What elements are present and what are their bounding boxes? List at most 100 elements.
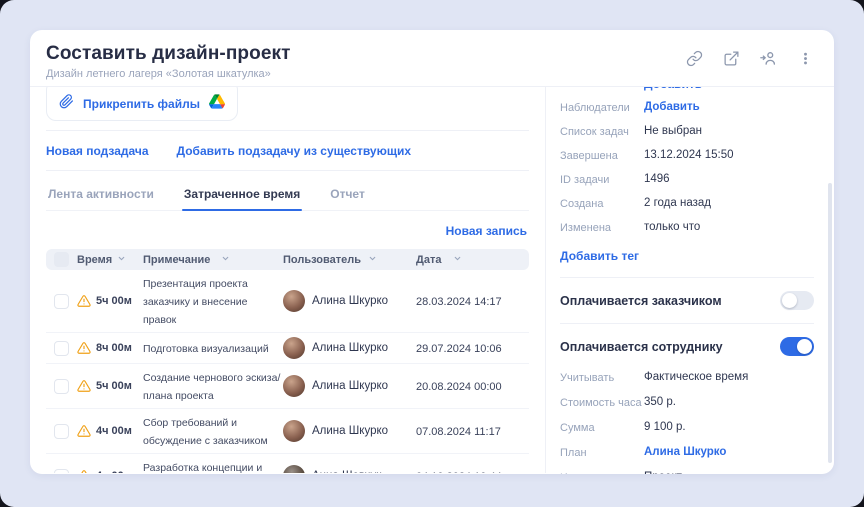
chevron-down-icon[interactable] bbox=[221, 254, 230, 266]
screen: Составить дизайн-проект Дизайн летнего л… bbox=[0, 0, 864, 507]
field-value: 2 года назад bbox=[644, 197, 711, 209]
column-header-date[interactable]: Дата bbox=[416, 254, 441, 266]
row-checkbox[interactable] bbox=[54, 424, 69, 439]
field-task-id: ID задачи 1496 bbox=[560, 173, 814, 186]
task-content-column: Прикрепить файлы Новая подзадача Добавит… bbox=[30, 87, 546, 473]
task-header: Составить дизайн-проект Дизайн летнего л… bbox=[30, 30, 834, 87]
tab-bar: Лента активности Затраченное время Отчет bbox=[46, 171, 529, 211]
billable-to-client-toggle[interactable] bbox=[780, 291, 814, 310]
field-task-list: Список задач Не выбран bbox=[560, 125, 814, 138]
attach-files-button[interactable]: Прикрепить файлы bbox=[46, 87, 238, 121]
new-record-link[interactable]: Новая запись bbox=[446, 224, 527, 238]
row-checkbox[interactable] bbox=[54, 469, 69, 474]
field-label: Источник bbox=[560, 471, 644, 474]
field-count-mode: Учитывать Фактическое время bbox=[560, 371, 814, 384]
task-details-panel: Добавить Наблюдатели Добавить Список зад… bbox=[546, 87, 834, 473]
user-name: Алина Шкурко bbox=[312, 380, 388, 392]
panel-scrollbar[interactable] bbox=[828, 183, 832, 463]
date-value: 04.10.2024 10:44 bbox=[416, 471, 502, 473]
paperclip-icon bbox=[59, 94, 74, 114]
open-external-icon[interactable] bbox=[722, 49, 740, 67]
note-text: Сбор требований и обсуждение с заказчико… bbox=[143, 417, 268, 447]
table-header-row: Время Примечание Пользователь Дата bbox=[46, 249, 529, 270]
header-actions bbox=[685, 49, 814, 67]
time-value: 4ч 00м bbox=[96, 425, 132, 437]
warning-icon bbox=[77, 379, 91, 393]
time-value: 4ч 00м bbox=[96, 470, 132, 473]
field-watchers: Наблюдатели Добавить bbox=[560, 101, 814, 114]
tab-activity-feed[interactable]: Лента активности bbox=[46, 182, 156, 210]
avatar bbox=[283, 420, 305, 442]
date-value: 20.08.2024 00:00 bbox=[416, 381, 502, 393]
table-row: 5ч 00м Презентация проекта заказчику и в… bbox=[46, 270, 529, 333]
field-label: Список задач bbox=[560, 125, 644, 138]
note-text: Создание чернового эскиза/ плана проекта bbox=[143, 372, 280, 402]
paid-to-employee-row: Оплачивается сотруднику bbox=[560, 324, 814, 369]
column-header-time[interactable]: Время bbox=[77, 254, 112, 266]
billable-to-client-row: Оплачивается заказчиком bbox=[560, 278, 814, 323]
field-value: Проект bbox=[644, 471, 682, 474]
field-value: 13.12.2024 15:50 bbox=[644, 149, 734, 161]
field-value: только что bbox=[644, 221, 700, 233]
field-value: 9 100 р. bbox=[644, 421, 686, 433]
new-subtask-link[interactable]: Новая подзадача bbox=[46, 144, 149, 158]
column-header-note[interactable]: Примечание bbox=[143, 254, 210, 266]
paid-to-employee-toggle[interactable] bbox=[780, 337, 814, 356]
field-hour-rate: Стоимость часа 350 р. bbox=[560, 396, 814, 409]
chevron-down-icon[interactable] bbox=[368, 254, 377, 266]
kebab-menu-icon[interactable] bbox=[796, 49, 814, 67]
attach-files-label: Прикрепить файлы bbox=[83, 97, 200, 111]
field-label: Завершена bbox=[560, 149, 644, 162]
add-watcher-link[interactable]: Добавить bbox=[644, 101, 700, 113]
avatar bbox=[283, 337, 305, 359]
add-tag-link[interactable]: Добавить тег bbox=[560, 249, 639, 263]
row-checkbox[interactable] bbox=[54, 294, 69, 309]
field-value: 1496 bbox=[644, 173, 670, 185]
field-label: Сумма bbox=[560, 421, 644, 434]
chevron-down-icon[interactable] bbox=[117, 254, 126, 266]
field-label: ID задачи bbox=[560, 173, 644, 186]
user-name: Анна Шевчук bbox=[312, 470, 381, 473]
row-checkbox[interactable] bbox=[54, 379, 69, 394]
page-background: Составить дизайн-проект Дизайн летнего л… bbox=[0, 0, 864, 507]
tab-report[interactable]: Отчет bbox=[328, 182, 367, 210]
field-label: Создана bbox=[560, 197, 644, 210]
payment-fields: Учитывать Фактическое время Стоимость ча… bbox=[560, 369, 814, 474]
field-label: Стоимость часа bbox=[560, 396, 644, 409]
field-total-sum: Сумма 9 100 р. bbox=[560, 421, 814, 434]
field-value[interactable]: 350 р. bbox=[644, 396, 676, 408]
select-all-checkbox[interactable] bbox=[54, 252, 69, 267]
user-name: Алина Шкурко bbox=[312, 295, 388, 307]
field-label: Учитывать bbox=[560, 371, 644, 384]
toggle-label: Оплачивается сотруднику bbox=[560, 340, 723, 354]
table-row: 8ч 00м Подготовка визуализаций Алина Шку… bbox=[46, 333, 529, 364]
field-label: План bbox=[560, 446, 644, 459]
field-plan-user: План Алина Шкурко bbox=[560, 446, 814, 459]
google-drive-icon[interactable] bbox=[209, 94, 225, 114]
add-subtask-from-existing-link[interactable]: Добавить подзадачу из существующих bbox=[177, 144, 411, 158]
details-fields: Наблюдатели Добавить Список задач Не выб… bbox=[560, 92, 814, 234]
subtask-actions: Новая подзадача Добавить подзадачу из су… bbox=[46, 131, 529, 170]
note-text: Подготовка визуализаций bbox=[143, 343, 269, 355]
tab-time-spent[interactable]: Затраченное время bbox=[182, 182, 302, 210]
field-value[interactable]: Не выбран bbox=[644, 125, 702, 137]
field-modified: Изменена только что bbox=[560, 221, 814, 234]
toggle-label: Оплачивается заказчиком bbox=[560, 294, 722, 308]
page-subtitle: Дизайн летнего лагеря «Золотая шкатулка» bbox=[46, 68, 816, 80]
avatar bbox=[283, 375, 305, 397]
table-row: 4ч 00м Разработка концепции и подбор реф… bbox=[46, 454, 529, 473]
plan-user-link[interactable]: Алина Шкурко bbox=[644, 446, 726, 458]
user-name: Алина Шкурко bbox=[312, 342, 388, 354]
delegate-user-icon[interactable] bbox=[759, 49, 777, 67]
avatar bbox=[283, 290, 305, 312]
row-checkbox[interactable] bbox=[54, 341, 69, 356]
note-text: Презентация проекта заказчику и внесение… bbox=[143, 278, 248, 326]
date-value: 07.08.2024 11:17 bbox=[416, 426, 501, 438]
avatar bbox=[283, 465, 305, 473]
field-source: Источник Проект bbox=[560, 471, 814, 474]
chevron-down-icon[interactable] bbox=[453, 254, 462, 266]
field-value[interactable]: Фактическое время bbox=[644, 371, 748, 383]
copy-link-icon[interactable] bbox=[685, 49, 703, 67]
column-header-user[interactable]: Пользователь bbox=[283, 254, 361, 266]
time-entries-table: Время Примечание Пользователь Дата 5ч 00… bbox=[46, 249, 529, 473]
